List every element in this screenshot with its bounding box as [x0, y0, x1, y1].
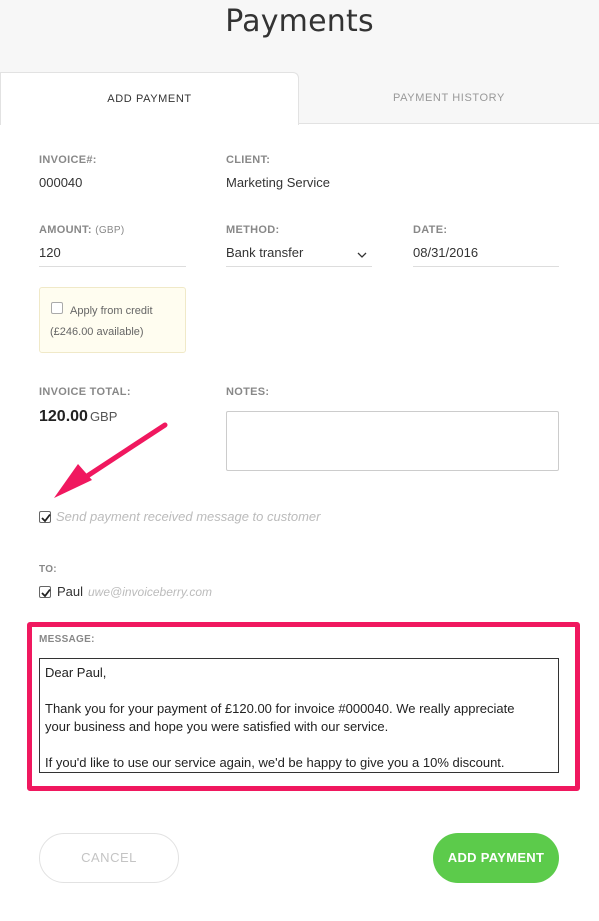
amount-label: AMOUNT: (GBP) — [39, 224, 124, 236]
invoice-label: INVOICE#: — [39, 154, 97, 166]
checkmark-icon — [41, 588, 51, 598]
credit-box: Apply from credit (£246.00 available) — [39, 287, 186, 353]
recipient-checkbox[interactable] — [39, 586, 51, 598]
client-label: CLIENT: — [226, 154, 271, 166]
tab-payment-history[interactable]: PAYMENT HISTORY — [299, 72, 599, 124]
client-value: Marketing Service — [226, 175, 331, 190]
credit-available-text: (£246.00 available) — [50, 326, 144, 338]
method-underline — [226, 266, 372, 267]
notes-textarea[interactable] — [226, 411, 559, 471]
method-label: METHOD: — [226, 224, 280, 236]
amount-input[interactable]: 120 — [39, 245, 186, 266]
page-header: Payments — [0, 0, 599, 72]
invoice-value: 000040 — [39, 175, 83, 190]
recipient-email: uwe@invoiceberry.com — [88, 585, 213, 599]
send-message-checkbox[interactable] — [39, 511, 51, 523]
amount-label-text: AMOUNT: — [39, 224, 92, 236]
amount-currency-label: (GBP) — [95, 225, 125, 236]
page-title: Payments — [225, 4, 374, 39]
date-label: DATE: — [413, 224, 448, 236]
message-textarea[interactable]: Dear Paul, Thank you for your payment of… — [39, 658, 559, 773]
date-underline — [413, 266, 559, 267]
message-line: Dear Paul, — [45, 665, 107, 680]
tab-add-payment[interactable]: ADD PAYMENT — [0, 72, 299, 125]
amount-underline — [39, 266, 186, 267]
message-line-blank — [45, 682, 553, 700]
apply-credit-checkbox[interactable] — [51, 302, 63, 314]
tab-bar: PAYMENT HISTORY ADD PAYMENT — [0, 72, 599, 125]
to-label: TO: — [39, 564, 57, 575]
method-select[interactable]: Bank transfer — [226, 245, 372, 266]
chevron-down-icon[interactable] — [357, 250, 367, 260]
apply-credit-label: Apply from credit — [70, 305, 153, 317]
add-payment-button[interactable]: ADD PAYMENT — [433, 833, 559, 883]
notes-label: NOTES: — [226, 386, 270, 398]
message-line: your business and hope you were satisfie… — [45, 719, 389, 734]
arrow-annotation-icon — [54, 422, 168, 498]
recipient-name: Paul — [57, 584, 84, 599]
message-line: Thank you for your payment of £120.00 fo… — [45, 701, 515, 716]
date-input[interactable]: 08/31/2016 — [413, 245, 559, 266]
method-selected-value: Bank transfer — [226, 245, 304, 260]
message-line: If you'd like to use our service again, … — [45, 755, 505, 770]
message-label: MESSAGE: — [39, 634, 95, 645]
message-line-blank — [45, 736, 553, 754]
invoice-total-label: INVOICE TOTAL: — [39, 386, 131, 398]
checkmark-icon — [41, 513, 51, 523]
cancel-button[interactable]: CANCEL — [39, 833, 179, 883]
send-message-label: Send payment received message to custome… — [56, 509, 321, 524]
